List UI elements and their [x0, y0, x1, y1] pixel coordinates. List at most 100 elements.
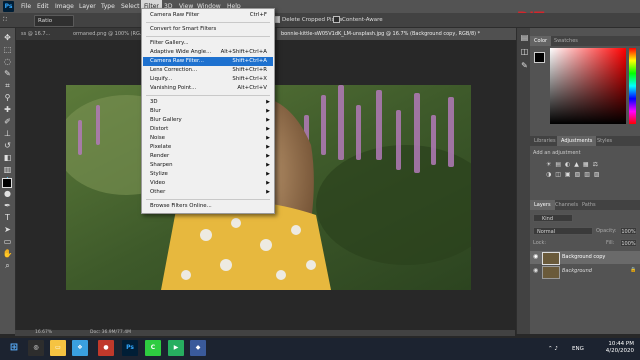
- filter-menu-item-liquify[interactable]: Liquify... Shift+Ctrl+X: [143, 75, 273, 84]
- lasso-tool-icon[interactable]: ◌: [2, 56, 13, 67]
- language-indicator[interactable]: ENG: [572, 338, 584, 360]
- filter-menu-item-convert-for-smart-filters[interactable]: Convert for Smart Filters: [143, 25, 273, 34]
- zoom-tool-icon[interactable]: ⌕: [2, 260, 13, 271]
- filter-menu-item-stylize[interactable]: Stylize ▶: [143, 170, 273, 179]
- filter-menu-item-browse-filters-online[interactable]: Browse Filters Online...: [143, 202, 273, 211]
- gradient-tool-icon[interactable]: ▥: [2, 164, 13, 175]
- menu-edit[interactable]: Edit: [34, 0, 52, 13]
- menu-item-label: Pixelate: [150, 144, 172, 150]
- crop-tool-icon[interactable]: ⛶: [3, 15, 7, 25]
- camtasia-icon[interactable]: C: [145, 340, 161, 356]
- chrome-icon[interactable]: ◎: [28, 340, 44, 356]
- filter-menu-item-camera-raw-filter[interactable]: Camera Raw Filter Ctrl+F: [143, 11, 273, 20]
- filter-menu-item-distort[interactable]: Distort ▶: [143, 125, 273, 134]
- filter-menu-item-3d[interactable]: 3D ▶: [143, 98, 273, 107]
- filter-menu-item-vanishing-point[interactable]: Vanishing Point... Alt+Ctrl+V: [143, 84, 273, 93]
- tab-color[interactable]: Color: [530, 36, 552, 46]
- menu-type[interactable]: Type: [98, 0, 118, 13]
- tab-doc-active[interactable]: bonnie-kittle-sW05V1dK_LM-unsplash.jpg @…: [277, 28, 535, 40]
- filter-menu-item-lens-correction[interactable]: Lens Correction... Shift+Ctrl+R: [143, 66, 273, 75]
- menu-item-label: Sharpen: [150, 162, 173, 168]
- eye-icon[interactable]: ◉: [533, 267, 538, 274]
- blend-mode-select[interactable]: Normal: [533, 227, 593, 235]
- foreground-color-swatch[interactable]: [534, 52, 545, 63]
- layer-kind-filter[interactable]: Kind: [533, 214, 573, 222]
- menu-item-label: Noise: [150, 135, 165, 141]
- tab-paths[interactable]: Paths: [578, 200, 600, 210]
- menu-item-label: Liquify...: [150, 76, 173, 82]
- properties-panel-icon[interactable]: ◫: [519, 46, 530, 57]
- hand-tool-icon[interactable]: ✋: [2, 248, 13, 259]
- filter-menu-item-noise[interactable]: Noise ▶: [143, 134, 273, 143]
- adjustment-icons-grid[interactable]: ☀▤◐▲▦⚖ ◑◫▣▧▥▨: [546, 160, 626, 182]
- submenu-arrow-icon: ▶: [266, 153, 270, 159]
- menu-item-label: Blur: [150, 108, 161, 114]
- brush-panel-icon[interactable]: ✎: [519, 60, 530, 71]
- ratio-select[interactable]: Ratio: [34, 15, 74, 27]
- tab-swatches[interactable]: Swatches: [550, 36, 582, 46]
- dodge-tool-icon[interactable]: ●: [2, 188, 13, 199]
- tab-doc-1[interactable]: ss @ 16.7...: [17, 28, 73, 40]
- tray-icons[interactable]: ⌃ ♪: [548, 338, 558, 360]
- filter-menu-item-camera-raw-filter[interactable]: Camera Raw Filter... Shift+Ctrl+A: [143, 57, 273, 66]
- hue-slider[interactable]: [629, 48, 636, 124]
- menu-image[interactable]: Image: [52, 0, 77, 13]
- brush-tool-icon[interactable]: ✐: [2, 116, 13, 127]
- menu-item-label: Vanishing Point...: [150, 85, 197, 91]
- quick-select-tool-icon[interactable]: ✎: [2, 68, 13, 79]
- start-icon[interactable]: ⊞: [6, 340, 22, 356]
- tab-libraries[interactable]: Libraries: [530, 136, 560, 146]
- menu-item-shortcut: Alt+Ctrl+V: [237, 85, 267, 91]
- menu-select[interactable]: Select: [118, 0, 143, 13]
- path-select-tool-icon[interactable]: ➤: [2, 224, 13, 235]
- color-picker-field[interactable]: [550, 48, 626, 124]
- filter-menu-item-filter-gallery[interactable]: Filter Gallery...: [143, 39, 273, 48]
- filter-menu-item-blur[interactable]: Blur ▶: [143, 107, 273, 116]
- filter-menu-item-render[interactable]: Render ▶: [143, 152, 273, 161]
- app-icon[interactable]: ◆: [190, 340, 206, 356]
- healing-tool-icon[interactable]: ✚: [2, 104, 13, 115]
- stamp-tool-icon[interactable]: ⊥: [2, 128, 13, 139]
- type-tool-icon[interactable]: T: [2, 212, 13, 223]
- history-panel-icon[interactable]: ▤: [519, 32, 530, 43]
- eye-icon[interactable]: ◉: [533, 253, 538, 260]
- marquee-tool-icon[interactable]: ⬚: [2, 44, 13, 55]
- filter-menu-item-adaptive-wide-angle[interactable]: Adaptive Wide Angle... Alt+Shift+Ctrl+A: [143, 48, 273, 57]
- app-icon[interactable]: ❖: [72, 340, 88, 356]
- clock[interactable]: 10:44 PM 4/20/2020: [594, 341, 634, 355]
- layer-thumbnail: [542, 252, 560, 265]
- tab-adjustments[interactable]: Adjustments: [557, 136, 597, 146]
- menu-layer[interactable]: Layer: [76, 0, 99, 13]
- tab-styles[interactable]: Styles: [593, 136, 616, 146]
- fill-input[interactable]: 100%: [620, 239, 637, 247]
- menu-file[interactable]: File: [18, 0, 34, 13]
- eraser-tool-icon[interactable]: ◧: [2, 152, 13, 163]
- menu-item-label: Browse Filters Online...: [150, 203, 212, 209]
- zoom-level[interactable]: 16.67%: [35, 330, 52, 336]
- eyedropper-tool-icon[interactable]: ⚲: [2, 92, 13, 103]
- filter-menu-item-blur-gallery[interactable]: Blur Gallery ▶: [143, 116, 273, 125]
- layer-row[interactable]: ◉ Background 🔒: [530, 265, 640, 279]
- layer-row-active[interactable]: ◉ Background copy: [530, 251, 640, 265]
- filter-menu-item-pixelate[interactable]: Pixelate ▶: [143, 143, 273, 152]
- layer-panel-tabs: Layers Channels Paths: [530, 200, 640, 210]
- content-aware-checkbox[interactable]: Content-Aware: [333, 15, 383, 25]
- filter-menu-item-other[interactable]: Other ▶: [143, 188, 273, 197]
- delete-cropped-checkbox[interactable]: Delete Cropped Pixels: [273, 15, 342, 25]
- menu-item-label: Camera Raw Filter: [150, 12, 200, 18]
- file-explorer-icon[interactable]: ▭: [50, 340, 66, 356]
- app-icon[interactable]: ▶: [168, 340, 184, 356]
- history-brush-tool-icon[interactable]: ↺: [2, 140, 13, 151]
- adjust-panel-tabs: Libraries Adjustments Styles: [530, 136, 640, 146]
- app-icon[interactable]: ●: [98, 340, 114, 356]
- filter-menu-item-sharpen[interactable]: Sharpen ▶: [143, 161, 273, 170]
- photoshop-taskbar-icon[interactable]: Ps: [122, 340, 138, 356]
- shape-tool-icon[interactable]: ▭: [2, 236, 13, 247]
- opacity-input[interactable]: 100%: [620, 227, 637, 235]
- move-tool-icon[interactable]: ✥: [2, 32, 13, 43]
- fill-label: Fill:: [606, 240, 615, 246]
- pen-tool-icon[interactable]: ✒: [2, 200, 13, 211]
- foreground-color-swatch[interactable]: [2, 178, 12, 188]
- crop-tool-icon[interactable]: ⌗: [2, 80, 13, 91]
- filter-menu-item-video[interactable]: Video ▶: [143, 179, 273, 188]
